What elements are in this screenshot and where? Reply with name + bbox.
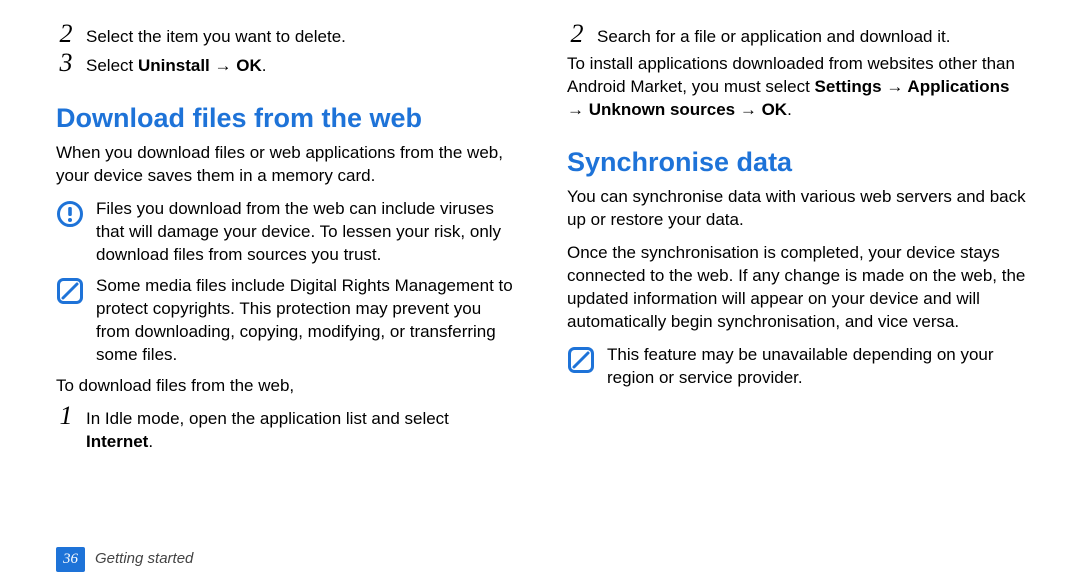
step-text: Select the item you want to delete.	[86, 24, 519, 49]
drm-text: Some media files include Digital Rights …	[96, 275, 519, 367]
download-lead: To download files from the web,	[56, 375, 519, 398]
step-suffix: .	[148, 432, 153, 451]
step-text: In Idle mode, open the application list …	[86, 406, 519, 454]
step-2: 2 Select the item you want to delete.	[56, 24, 519, 49]
region-note: This feature may be unavailable dependin…	[567, 344, 1030, 390]
warning-text: Files you download from the web can incl…	[96, 198, 519, 267]
step-text: Select Uninstall → OK.	[86, 53, 519, 78]
region-note-text: This feature may be unavailable dependin…	[607, 344, 1030, 390]
step-prefix: Select	[86, 56, 138, 75]
warning-note: Files you download from the web can incl…	[56, 198, 519, 267]
drm-note: Some media files include Digital Rights …	[56, 275, 519, 367]
step-number: 3	[56, 50, 76, 76]
heading-download: Download files from the web	[56, 100, 519, 136]
sync-paragraph-1: You can synchronise data with various we…	[567, 186, 1030, 232]
install-suffix: .	[787, 100, 792, 119]
heading-synchronise: Synchronise data	[567, 144, 1030, 180]
footer-section: Getting started	[95, 549, 193, 569]
sync-paragraph-2: Once the synchronisation is completed, y…	[567, 242, 1030, 334]
step-number: 2	[56, 21, 76, 47]
left-column: 2 Select the item you want to delete. 3 …	[56, 24, 519, 541]
page-footer: 36 Getting started	[56, 547, 1030, 572]
step-prefix: In Idle mode, open the application list …	[86, 409, 449, 428]
note-icon	[56, 277, 84, 305]
install-paragraph: To install applications downloaded from …	[567, 53, 1030, 122]
step-text: Search for a file or application and dow…	[597, 24, 1030, 49]
step-suffix: .	[262, 56, 267, 75]
step-1: 1 In Idle mode, open the application lis…	[56, 406, 519, 454]
step-bold: Uninstall → OK	[138, 56, 262, 75]
download-intro: When you download files or web applicati…	[56, 142, 519, 188]
warning-icon	[56, 200, 84, 228]
step-2-right: 2 Search for a file or application and d…	[567, 24, 1030, 49]
page-number: 36	[56, 547, 85, 572]
step-number: 1	[56, 403, 76, 429]
note-icon	[567, 346, 595, 374]
step-3: 3 Select Uninstall → OK.	[56, 53, 519, 78]
step-number: 2	[567, 21, 587, 47]
right-column: 2 Search for a file or application and d…	[567, 24, 1030, 541]
step-bold: Internet	[86, 432, 148, 451]
